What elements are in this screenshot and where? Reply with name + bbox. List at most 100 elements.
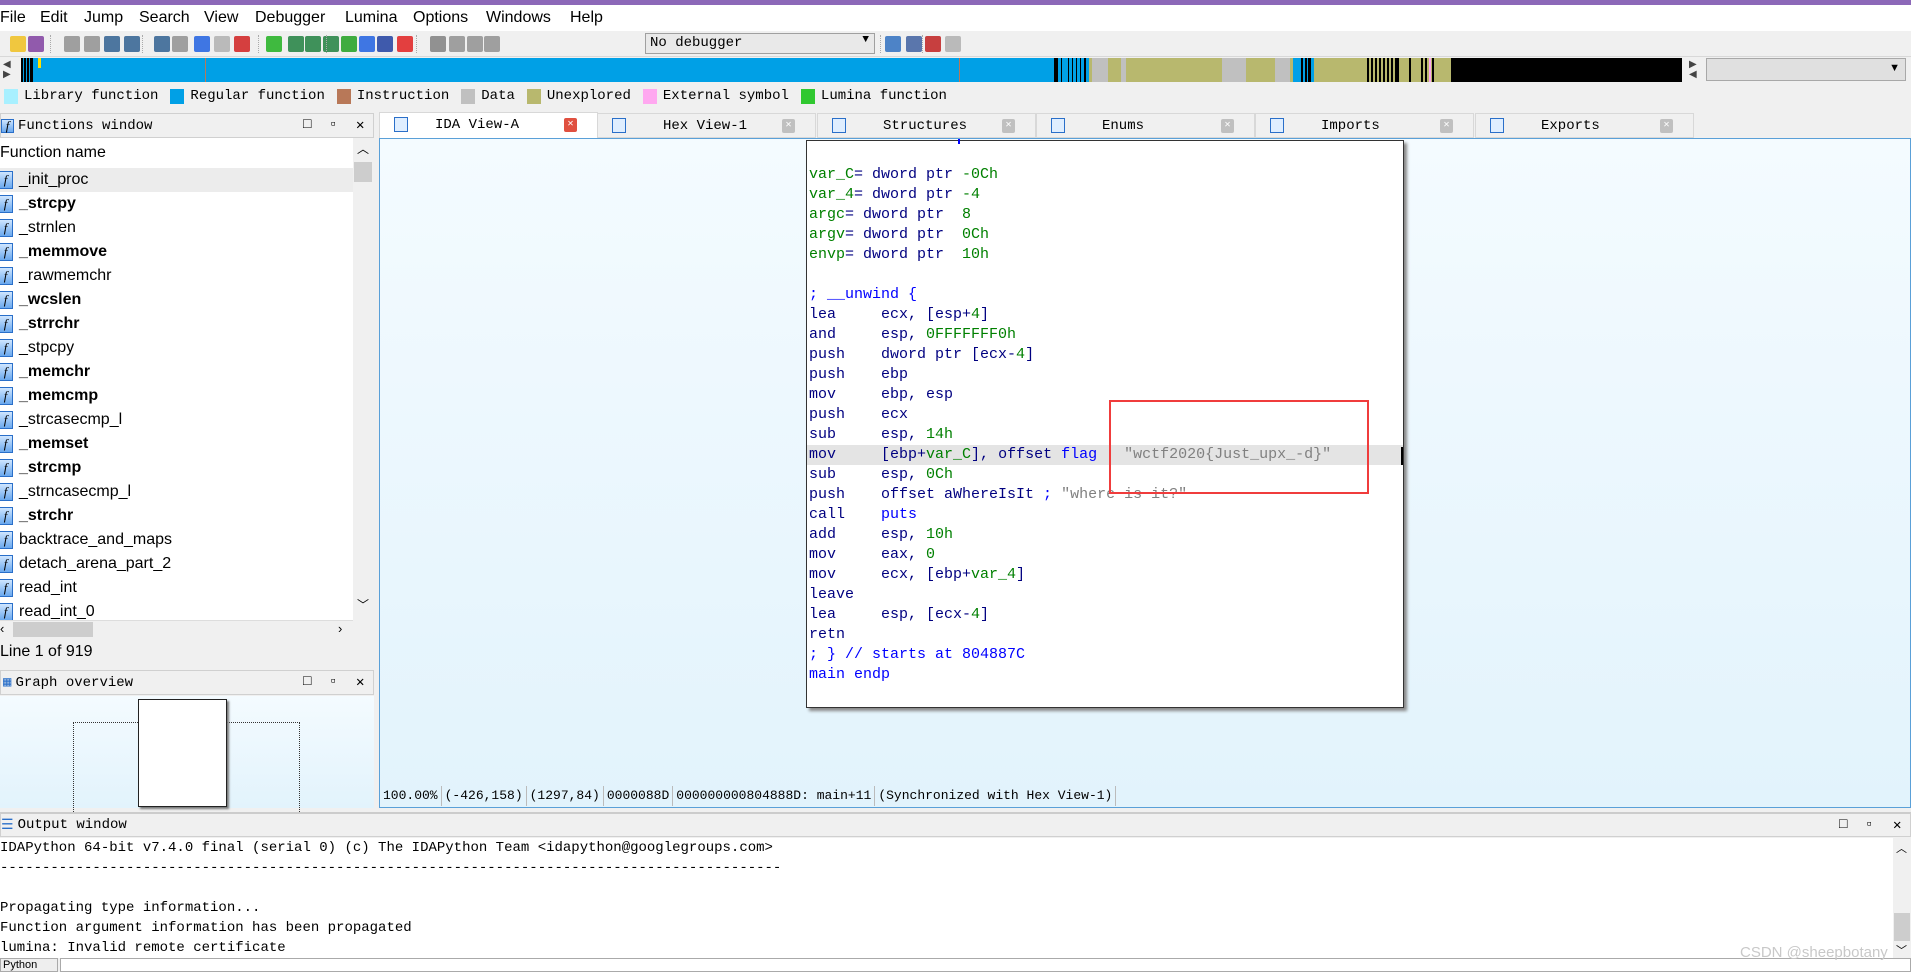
- add-breakpoint-icon[interactable]: [925, 36, 941, 52]
- scrollbar-thumb[interactable]: [354, 162, 372, 182]
- function-list-item[interactable]: f _strrchr: [0, 312, 353, 336]
- forward-icon[interactable]: [84, 36, 100, 52]
- code-line[interactable]: call puts: [807, 505, 1403, 525]
- menu-search[interactable]: Search: [139, 9, 190, 27]
- code-line[interactable]: argv= dword ptr 0Ch: [807, 225, 1403, 245]
- function-list-item[interactable]: f _memcmp: [0, 384, 353, 408]
- code-line[interactable]: add esp, 10h: [807, 525, 1403, 545]
- restore-icon[interactable]: ▫: [329, 117, 337, 133]
- switch-debugger-icon[interactable]: [885, 36, 901, 52]
- menu-debugger[interactable]: Debugger: [255, 9, 325, 27]
- function-list-item[interactable]: f _strcmp: [0, 456, 353, 480]
- code-line[interactable]: leave: [807, 585, 1403, 605]
- pause-icon[interactable]: [449, 36, 465, 52]
- jump-down-icon[interactable]: [194, 36, 210, 52]
- close-icon[interactable]: ✕: [1221, 119, 1234, 133]
- close-icon[interactable]: ✕: [356, 674, 364, 691]
- functions-horizontal-scrollbar[interactable]: ‹ ›: [0, 620, 353, 638]
- function-list-item[interactable]: f _strcasecmp_l: [0, 408, 353, 432]
- functions-vertical-scrollbar[interactable]: ︿ ﹀: [353, 138, 373, 620]
- scrollbar-thumb[interactable]: [13, 622, 93, 637]
- function-list-item[interactable]: f read_int_0: [0, 600, 353, 620]
- function-list-item[interactable]: f _init_proc: [0, 168, 353, 192]
- restore-icon[interactable]: ▫: [329, 674, 337, 690]
- code-line[interactable]: var_4= dword ptr -4: [807, 185, 1403, 205]
- function-list-item[interactable]: f _wcslen: [0, 288, 353, 312]
- column-header-function-name[interactable]: Function name: [0, 138, 353, 168]
- run-icon[interactable]: [266, 36, 282, 52]
- scroll-up-icon[interactable]: ︿: [1896, 840, 1907, 856]
- function-list-item[interactable]: f backtrace_and_maps: [0, 528, 353, 552]
- code-line[interactable]: ; __unwind {: [807, 285, 1403, 305]
- code-line[interactable]: envp= dword ptr 10h: [807, 245, 1403, 265]
- close-icon[interactable]: ✕: [356, 117, 364, 134]
- search-next-icon[interactable]: [172, 36, 188, 52]
- edit-icon[interactable]: [377, 36, 393, 52]
- function-list-item[interactable]: f _memset: [0, 432, 353, 456]
- open-icon[interactable]: [10, 36, 26, 52]
- code-line[interactable]: var_C= dword ptr -0Ch: [807, 165, 1403, 185]
- tab-structures[interactable]: Structures ✕: [817, 113, 1036, 138]
- code-line[interactable]: mov eax, 0: [807, 545, 1403, 565]
- struct-icon[interactable]: [359, 36, 375, 52]
- tab-imports[interactable]: Imports ✕: [1255, 113, 1474, 138]
- graph-overview-canvas[interactable]: [0, 696, 374, 812]
- function-list-item[interactable]: f _strchr: [0, 504, 353, 528]
- scroll-down-icon[interactable]: ﹀: [357, 596, 369, 613]
- function-list-item[interactable]: f _strnlen: [0, 216, 353, 240]
- patch-icon[interactable]: [214, 36, 230, 52]
- scroll-down-icon[interactable]: ﹀: [1896, 942, 1907, 958]
- close-icon[interactable]: ✕: [1660, 119, 1673, 133]
- python-language-button[interactable]: Python: [0, 958, 58, 972]
- menu-edit[interactable]: Edit: [40, 9, 68, 27]
- nav-band-select[interactable]: ▼: [1706, 58, 1906, 81]
- close-icon[interactable]: ✕: [1893, 817, 1901, 834]
- tab-enums[interactable]: Enums ✕: [1036, 113, 1255, 138]
- command-input[interactable]: [60, 958, 1911, 972]
- nav-scroll-right-icon[interactable]: ▶ ◀: [1689, 60, 1697, 80]
- tab-exports[interactable]: Exports ✕: [1475, 113, 1694, 138]
- search-immediate-icon[interactable]: [154, 36, 170, 52]
- nav-scroll-left-icon[interactable]: ◀ ▶: [3, 60, 11, 80]
- function-list-item[interactable]: f read_int: [0, 576, 353, 600]
- output-vertical-scrollbar[interactable]: ︿ ﹀: [1893, 838, 1911, 958]
- close-icon[interactable]: ✕: [564, 118, 577, 132]
- code-line[interactable]: push ebp: [807, 365, 1403, 385]
- function-list-item[interactable]: f _strcpy: [0, 192, 353, 216]
- save-icon[interactable]: [28, 36, 44, 52]
- code-line[interactable]: ; } // starts at 804887C: [807, 645, 1403, 665]
- menu-view[interactable]: View: [204, 9, 238, 27]
- scroll-right-icon[interactable]: ›: [338, 621, 342, 636]
- data-icon[interactable]: [305, 36, 321, 52]
- function-list-item[interactable]: f _memmove: [0, 240, 353, 264]
- code-line[interactable]: lea esp, [ecx-4]: [807, 605, 1403, 625]
- scroll-left-icon[interactable]: ‹: [0, 621, 4, 636]
- menu-windows[interactable]: Windows: [486, 9, 551, 27]
- menu-help[interactable]: Help: [570, 9, 603, 27]
- function-list-item[interactable]: f _rawmemchr: [0, 264, 353, 288]
- code-line[interactable]: push dword ptr [ecx-4]: [807, 345, 1403, 365]
- function-list-item[interactable]: f _memchr: [0, 360, 353, 384]
- code-line[interactable]: argc= dword ptr 8: [807, 205, 1403, 225]
- function-list-item[interactable]: f _stpcpy: [0, 336, 353, 360]
- tab-ida-view-a[interactable]: IDA View-A ✕: [379, 112, 598, 139]
- maximize-icon[interactable]: □: [1839, 817, 1847, 833]
- menu-lumina[interactable]: Lumina: [345, 9, 397, 27]
- navigation-band[interactable]: [21, 58, 1682, 82]
- menu-file[interactable]: File: [0, 9, 26, 27]
- close-icon[interactable]: ✕: [782, 119, 795, 133]
- code-icon[interactable]: [288, 36, 304, 52]
- undefine-icon[interactable]: [397, 36, 413, 52]
- stop-icon[interactable]: [467, 36, 483, 52]
- code-line[interactable]: and esp, 0FFFFFFF0h: [807, 325, 1403, 345]
- create-function-icon[interactable]: [234, 36, 250, 52]
- debugger-select[interactable]: No debugger ▼: [645, 33, 875, 54]
- attach-icon[interactable]: [484, 36, 500, 52]
- string-icon[interactable]: [341, 36, 357, 52]
- function-list-item[interactable]: f _strncasecmp_l: [0, 480, 353, 504]
- code-line[interactable]: main endp: [807, 665, 1403, 685]
- close-icon[interactable]: ✕: [1002, 119, 1015, 133]
- play-icon[interactable]: [430, 36, 446, 52]
- scroll-up-icon[interactable]: ︿: [357, 140, 369, 157]
- search-binary-icon[interactable]: [104, 36, 120, 52]
